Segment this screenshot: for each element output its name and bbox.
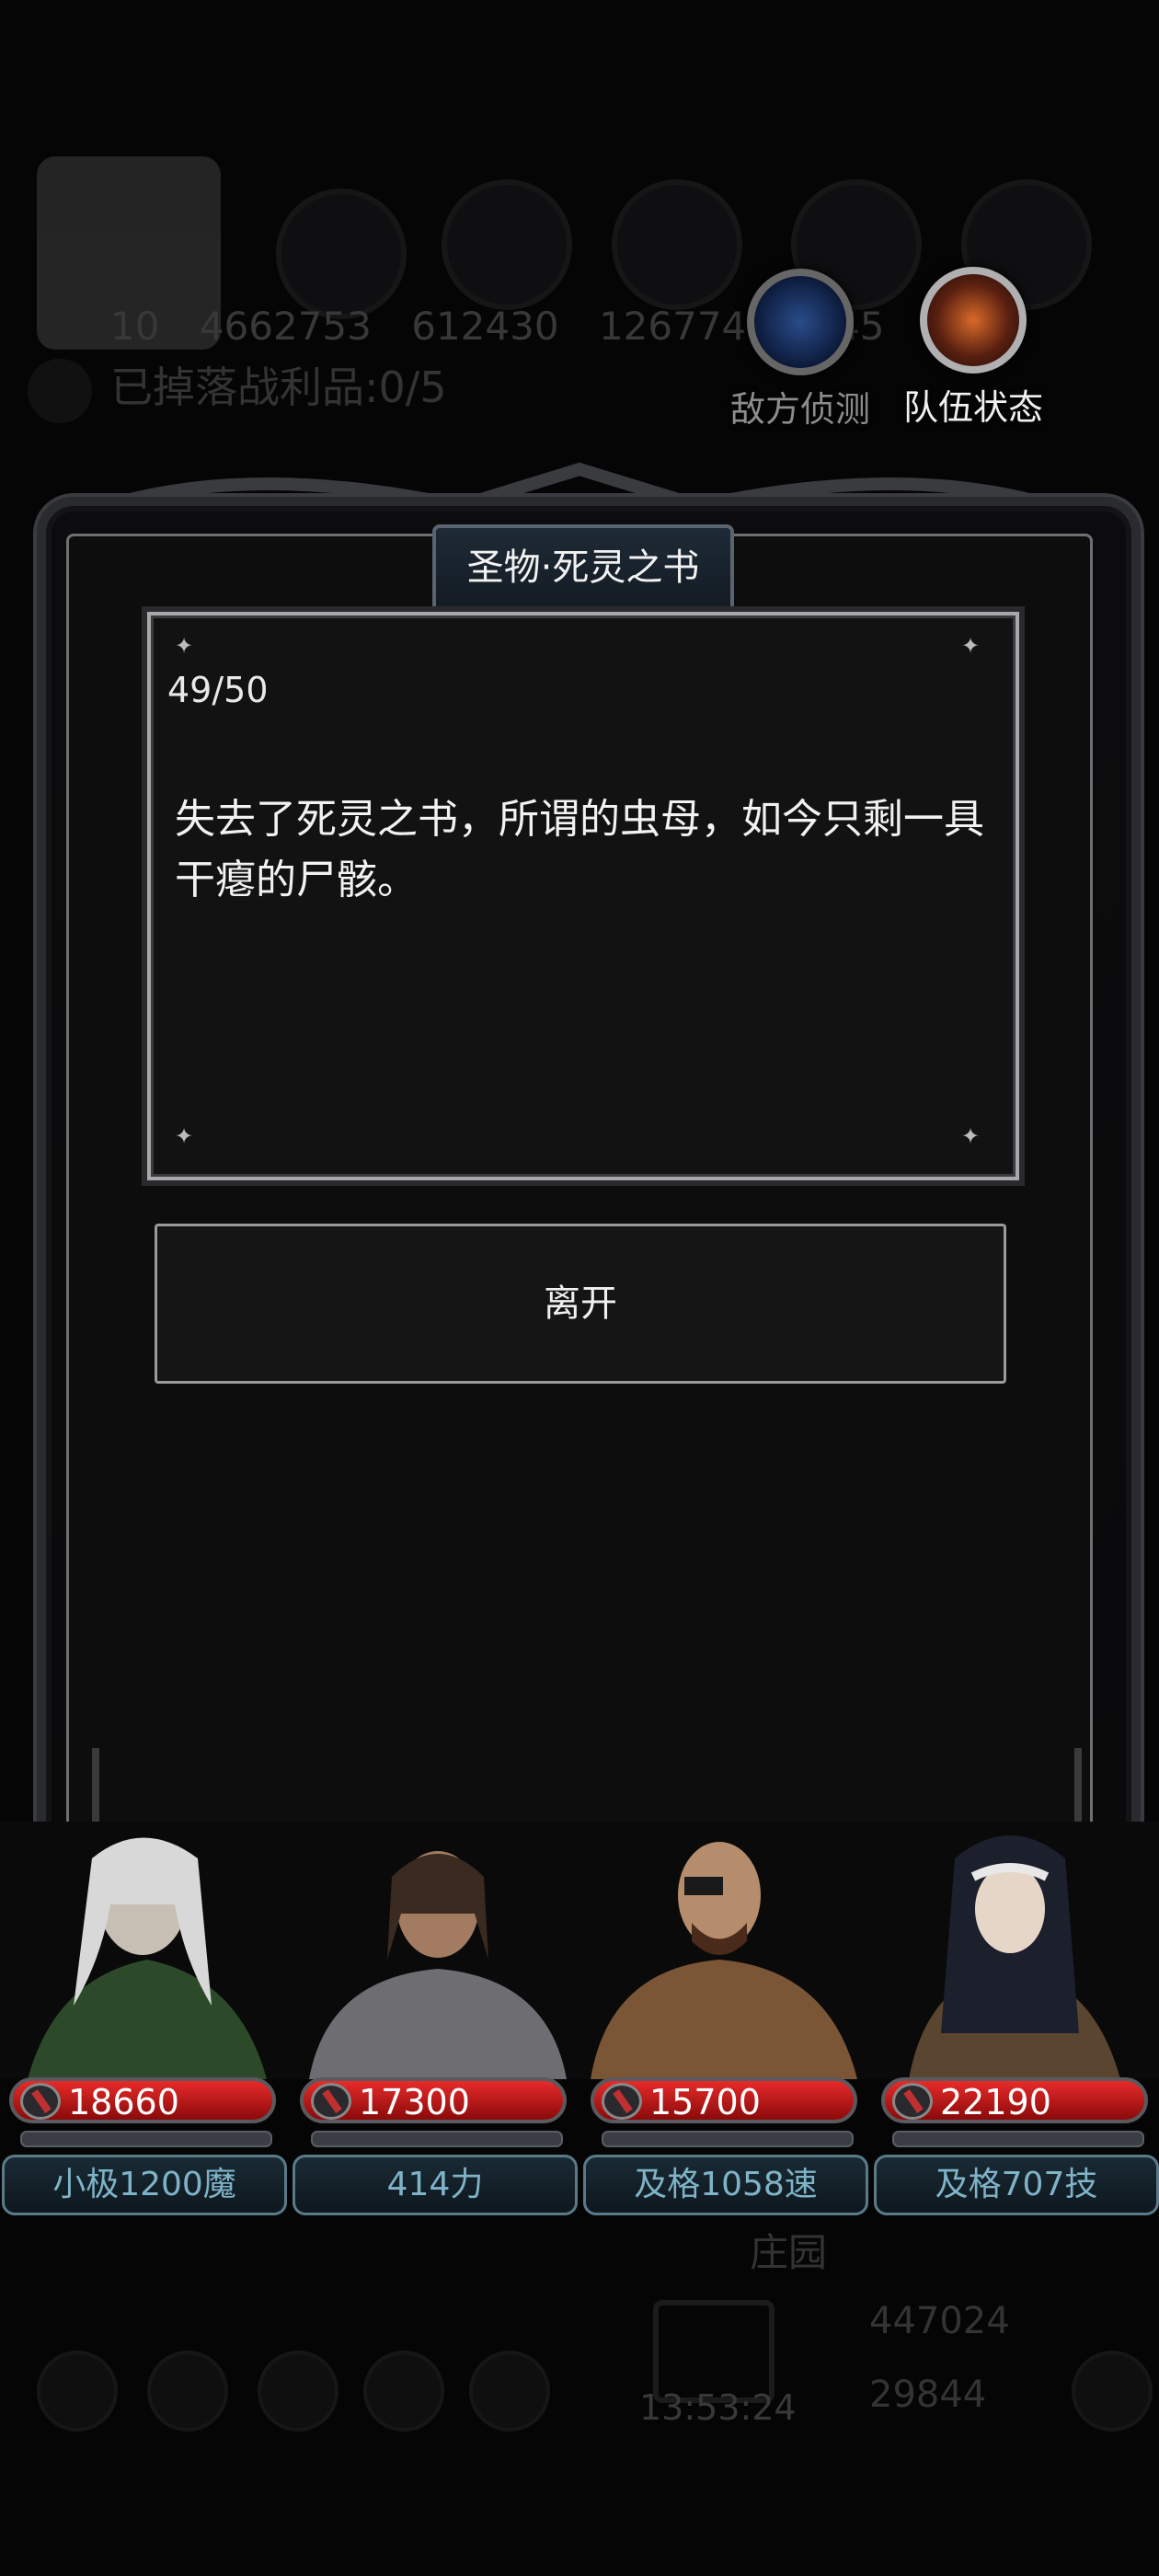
menu-icon	[469, 2351, 550, 2432]
hp-value: 17300	[359, 2082, 470, 2122]
gold-amount: 447024	[869, 2300, 1010, 2342]
energy-bar	[20, 2131, 272, 2147]
stat-value: 612430	[411, 304, 559, 349]
hero-tag: 小极1200魔	[2, 2155, 287, 2215]
team-status-button[interactable]: 队伍状态	[881, 267, 1065, 430]
level-text: 10	[110, 304, 160, 349]
energy-bar	[311, 2131, 563, 2147]
resource-icon	[442, 179, 572, 310]
hp-value: 18660	[68, 2082, 179, 2122]
elf-hero-portrait	[0, 1822, 291, 2079]
hero-card[interactable]: 17300 414力	[291, 1822, 581, 2226]
timer-text: 13:53:24	[639, 2387, 797, 2428]
hero-tag: 414力	[293, 2155, 578, 2215]
hp-bar: 18660	[9, 2077, 276, 2123]
hp-icon	[602, 2083, 642, 2120]
corner-sparkle-icon: ✦	[175, 1123, 194, 1149]
hp-bar: 15700	[591, 2077, 857, 2123]
resource-icon	[276, 189, 407, 319]
knight-hero-portrait	[291, 1822, 581, 2079]
hero-card[interactable]: 22190 及格707技	[872, 1822, 1159, 2226]
menu-icon	[363, 2351, 444, 2432]
hp-value: 22190	[940, 2082, 1051, 2122]
menu-icon	[37, 2351, 118, 2432]
dialog-title-plate: 圣物·死灵之书	[432, 524, 734, 615]
nun-hero-portrait	[872, 1822, 1159, 2079]
energy-bar	[892, 2131, 1144, 2147]
energy-bar	[602, 2131, 854, 2147]
leave-button[interactable]: 离开	[155, 1224, 1006, 1384]
dialog-title: 圣物·死灵之书	[466, 546, 700, 589]
relic-description: 失去了死灵之书，所谓的虫母，如今只剩一具干瘪的尸骸。	[175, 796, 984, 903]
stat-value: 4662753	[199, 304, 372, 349]
relic-counter: 49/50	[167, 670, 269, 710]
hero-tag: 及格1058速	[583, 2155, 868, 2215]
loot-counter: 已掉落战利品:0/5	[28, 354, 447, 423]
enemy-scout-label: 敌方侦测	[729, 389, 870, 430]
hp-icon	[20, 2083, 61, 2120]
hp-icon	[892, 2083, 933, 2120]
hero-card[interactable]: 18660 小极1200魔	[0, 1822, 291, 2226]
hp-bar: 17300	[300, 2077, 567, 2123]
team-status-orb-icon	[920, 267, 1027, 374]
menu-icon	[1072, 2351, 1153, 2432]
team-status-label: 队伍状态	[902, 387, 1043, 428]
gem-amount: 29844	[869, 2374, 987, 2416]
hp-bar: 22190	[881, 2077, 1148, 2123]
estate-label: 庄园	[750, 2230, 828, 2275]
corner-sparkle-icon: ✦	[961, 1123, 981, 1149]
enemy-scout-button[interactable]: 敌方侦测	[708, 269, 892, 431]
leave-button-label: 离开	[544, 1282, 617, 1325]
corner-sparkle-icon: ✦	[175, 633, 194, 659]
loot-text: 已掉落战利品:0/5	[110, 362, 447, 412]
loot-icon	[28, 358, 92, 423]
hp-value: 15700	[649, 2082, 761, 2122]
hero-card[interactable]: 15700 及格1058速	[581, 1822, 872, 2226]
hp-icon	[311, 2083, 351, 2120]
hero-tag: 及格707技	[874, 2155, 1159, 2215]
menu-icon	[258, 2351, 339, 2432]
pirate-hero-portrait	[581, 1822, 872, 2079]
scout-orb-icon	[747, 269, 854, 375]
menu-icon	[147, 2351, 228, 2432]
corner-sparkle-icon: ✦	[961, 633, 981, 659]
